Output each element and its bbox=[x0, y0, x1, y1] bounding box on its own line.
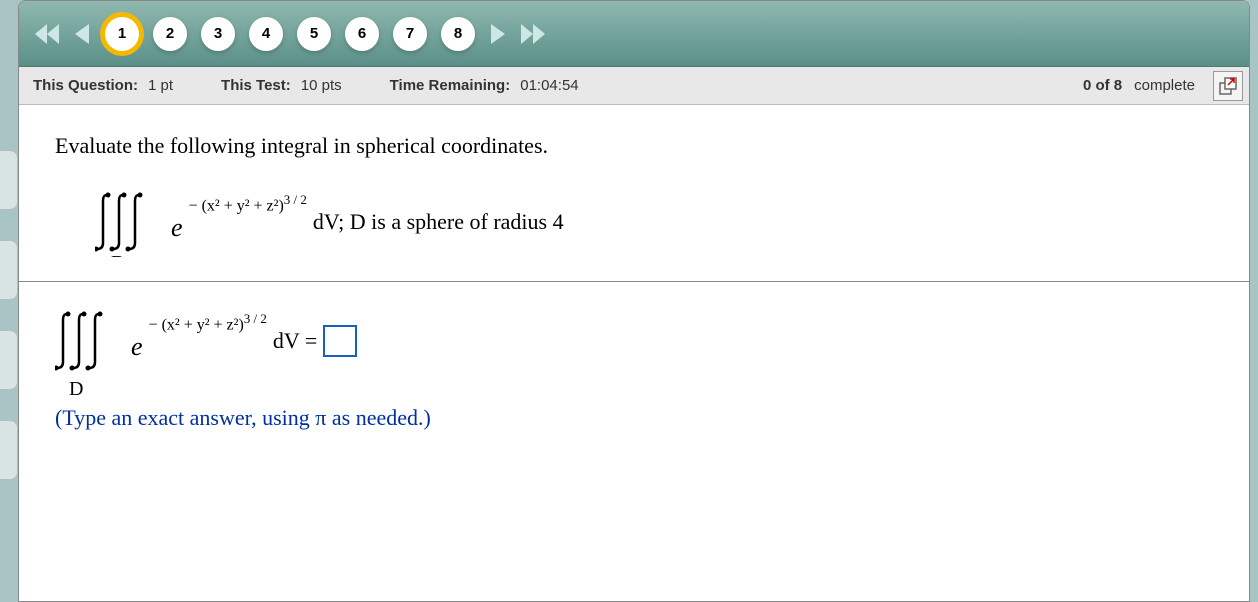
question-prompt: Evaluate the following integral in spher… bbox=[55, 133, 1213, 159]
side-tab-2[interactable] bbox=[0, 240, 18, 300]
question-nav-5[interactable]: 5 bbox=[297, 17, 331, 51]
time-remaining-value: 01:04:54 bbox=[520, 77, 578, 94]
main-panel: 1 2 3 4 5 6 7 8 This Question: 1 pt This… bbox=[18, 0, 1250, 602]
question-nav-label: 3 bbox=[214, 25, 222, 42]
question-nav-label: 2 bbox=[166, 25, 174, 42]
base-e: e bbox=[131, 332, 143, 362]
side-tabs bbox=[0, 150, 18, 480]
domain-letter-answer: D bbox=[69, 378, 1213, 401]
divider bbox=[19, 281, 1249, 282]
triple-integral-icon: D bbox=[95, 187, 165, 257]
integral-suffix: dV; D is a sphere of radius 4 bbox=[313, 209, 564, 235]
question-nav-1[interactable]: 1 bbox=[105, 17, 139, 51]
exponent: − (x² + y² + z²)3 / 2 bbox=[149, 311, 267, 334]
question-points-value: 1 pt bbox=[148, 77, 173, 94]
time-remaining-label: Time Remaining: bbox=[390, 77, 511, 94]
expand-icon bbox=[1219, 77, 1237, 95]
question-content: Evaluate the following integral in spher… bbox=[19, 105, 1249, 459]
exponent: − (x² + y² + z²)3 / 2 bbox=[189, 192, 307, 215]
expand-button[interactable] bbox=[1213, 71, 1243, 101]
triple-integral-icon bbox=[55, 306, 125, 376]
prev-arrow-icon[interactable] bbox=[67, 14, 95, 54]
exponent-base: − (x² + y² + z²) bbox=[149, 317, 244, 334]
exponent-power: 3 / 2 bbox=[244, 311, 267, 326]
question-nav-8[interactable]: 8 bbox=[441, 17, 475, 51]
progress-word: complete bbox=[1134, 77, 1195, 94]
question-nav-6[interactable]: 6 bbox=[345, 17, 379, 51]
question-nav-4[interactable]: 4 bbox=[249, 17, 283, 51]
question-nav-label: 4 bbox=[262, 25, 270, 42]
side-tab-4[interactable] bbox=[0, 420, 18, 480]
answer-input[interactable] bbox=[323, 325, 357, 357]
last-arrow-icon[interactable] bbox=[519, 14, 547, 54]
progress-count: 0 of 8 bbox=[1083, 77, 1122, 94]
next-arrow-icon[interactable] bbox=[485, 14, 513, 54]
question-points-label: This Question: bbox=[33, 77, 138, 94]
test-points-value: 10 pts bbox=[301, 77, 342, 94]
question-nav-2[interactable]: 2 bbox=[153, 17, 187, 51]
answer-hint: (Type an exact answer, using π as needed… bbox=[55, 405, 1213, 431]
side-tab-3[interactable] bbox=[0, 330, 18, 390]
integral-expression: D e − (x² + y² + z²)3 / 2 dV; D is a sph… bbox=[95, 187, 1213, 257]
exponent-power: 3 / 2 bbox=[284, 192, 307, 207]
question-nav-label: 1 bbox=[118, 25, 126, 42]
info-bar: This Question: 1 pt This Test: 10 pts Ti… bbox=[19, 67, 1249, 105]
domain-letter: D bbox=[111, 252, 125, 257]
question-nav-7[interactable]: 7 bbox=[393, 17, 427, 51]
side-tab-1[interactable] bbox=[0, 150, 18, 210]
question-nav-label: 6 bbox=[358, 25, 366, 42]
exponent-base: − (x² + y² + z²) bbox=[189, 198, 284, 215]
answer-expression: e − (x² + y² + z²)3 / 2 dV = bbox=[55, 306, 1213, 376]
base-e: e bbox=[171, 213, 183, 243]
answer-prefix: dV = bbox=[273, 328, 317, 354]
first-arrow-icon[interactable] bbox=[33, 14, 61, 54]
question-nav-bar: 1 2 3 4 5 6 7 8 bbox=[19, 1, 1249, 67]
test-points-label: This Test: bbox=[221, 77, 291, 94]
question-nav-label: 5 bbox=[310, 25, 318, 42]
question-nav-label: 8 bbox=[454, 25, 462, 42]
question-nav-3[interactable]: 3 bbox=[201, 17, 235, 51]
question-nav-label: 7 bbox=[406, 25, 414, 42]
